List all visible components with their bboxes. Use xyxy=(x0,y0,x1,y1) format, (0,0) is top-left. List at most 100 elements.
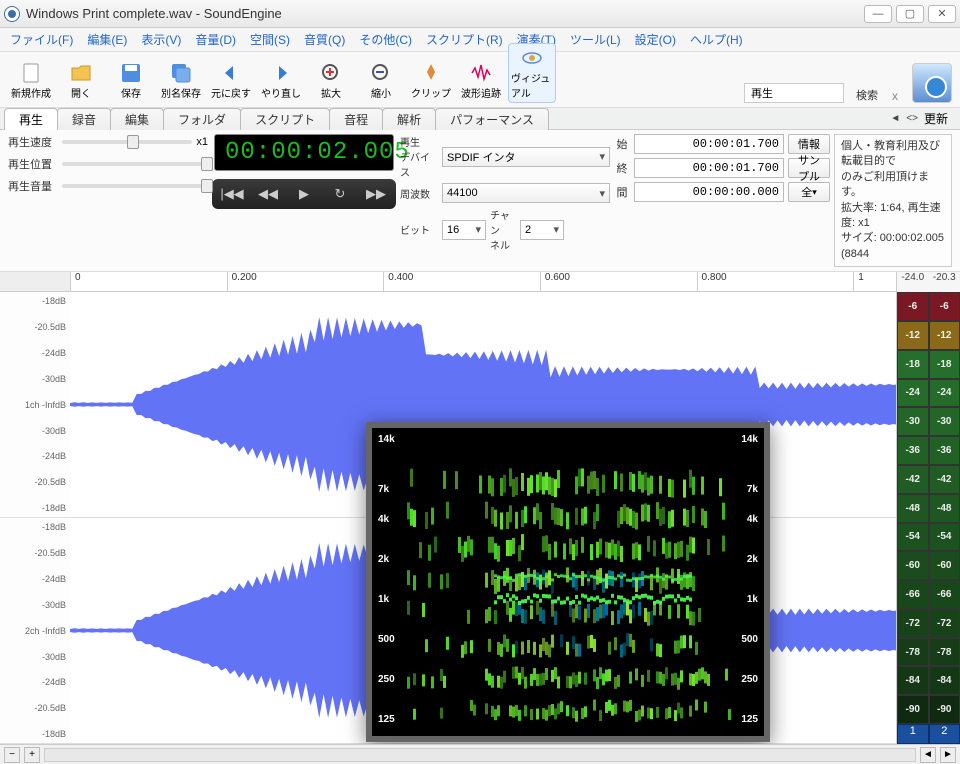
search-clear-button[interactable]: x xyxy=(886,89,904,103)
level-meters: -24.0-20.3 -6-12-18-24-30-36-42-48-54-60… xyxy=(896,272,960,744)
info-button[interactable]: 情報 xyxy=(788,134,830,154)
visual-button[interactable]: ヴィジュアル xyxy=(508,43,556,103)
timeline-tick: 0.800 xyxy=(697,272,727,292)
bits-select[interactable]: 16 xyxy=(442,220,486,240)
menu-その他(C)[interactable]: その他(C) xyxy=(353,29,418,50)
menu-音質(Q)[interactable]: 音質(Q) xyxy=(298,29,351,50)
zoom-out-h-button[interactable]: − xyxy=(4,747,20,763)
spectro-tick: 2k xyxy=(747,554,758,565)
spectro-tick: 500 xyxy=(741,634,758,645)
tab-編集[interactable]: 編集 xyxy=(110,108,164,130)
menu-スクリプト(R)[interactable]: スクリプト(R) xyxy=(420,29,509,50)
app-icon xyxy=(4,6,20,22)
device-label: 再生 デバイス xyxy=(400,134,438,179)
spectro-tick: 14k xyxy=(378,434,395,445)
info-box: 個人・教育利用及び転載目的でのみご利用頂けます。拡大率: 1:64, 再生速度:… xyxy=(834,134,952,267)
freq-select[interactable]: 44100 xyxy=(442,183,610,203)
meter-cell: -84 xyxy=(929,666,960,695)
maximize-button[interactable]: ▢ xyxy=(896,5,924,23)
loop-button[interactable]: ↻ xyxy=(322,181,358,207)
spectro-tick: 7k xyxy=(378,484,389,495)
tab-scroll-left[interactable]: ◄ xyxy=(890,113,900,124)
trace-button[interactable]: 波形追跡 xyxy=(458,58,504,103)
skip-start-button[interactable]: |◀◀ xyxy=(214,181,250,207)
new-button[interactable]: 新規作成 xyxy=(8,58,54,103)
channel-select[interactable]: 2 xyxy=(520,220,564,240)
menu-表示(V)[interactable]: 表示(V) xyxy=(135,29,187,50)
save-button[interactable]: 保存 xyxy=(108,58,154,103)
meter-cell: -30 xyxy=(929,407,960,436)
spectrogram-visualizer[interactable]: 14k14k7k7k4k4k2k2k1k1k500500250250125125 xyxy=(366,422,770,742)
rewind-button[interactable]: ◀◀ xyxy=(250,181,286,207)
menu-音量(D)[interactable]: 音量(D) xyxy=(189,29,242,50)
db-label: -30dB xyxy=(4,374,66,384)
meter-cell: -66 xyxy=(897,580,929,609)
horizontal-scrollbar[interactable]: − + ◄ ► xyxy=(0,744,960,764)
refresh-button[interactable]: 更新 xyxy=(924,110,948,127)
all-button[interactable]: 全 xyxy=(788,182,830,202)
undo-button[interactable]: 元に戻す xyxy=(208,58,254,103)
meter-cell: -12 xyxy=(897,321,929,350)
meter-cell: -78 xyxy=(897,638,929,667)
clip-button[interactable]: クリップ xyxy=(408,58,454,103)
spectro-tick: 1k xyxy=(747,594,758,605)
menu-ツール(L)[interactable]: ツール(L) xyxy=(564,29,627,50)
spectro-tick: 4k xyxy=(378,514,389,525)
spectro-tick: 2k xyxy=(378,554,389,565)
zoom-out-button[interactable]: 縮小 xyxy=(358,58,404,103)
waveform-area: 00.2000.4000.6000.8001 -18dB-20.5dB-24dB… xyxy=(0,272,960,744)
zoom-in-h-button[interactable]: + xyxy=(24,747,40,763)
minimize-button[interactable]: — xyxy=(864,5,892,23)
tab-パフォーマンス[interactable]: パフォーマンス xyxy=(435,108,549,130)
scroll-left-button[interactable]: ◄ xyxy=(920,747,936,763)
end-time-input[interactable]: 00:00:01.700 xyxy=(634,158,784,178)
meter-cell: -18 xyxy=(929,350,960,379)
meter-cell: -18 xyxy=(897,350,929,379)
menu-ファイル(F)[interactable]: ファイル(F) xyxy=(4,29,79,50)
speed-slider[interactable]: 再生速度x1 xyxy=(8,134,208,150)
menu-空間(S)[interactable]: 空間(S) xyxy=(244,29,296,50)
redo-button[interactable]: やり直し xyxy=(258,58,304,103)
menu-ヘルプ(H)[interactable]: ヘルプ(H) xyxy=(684,29,749,50)
timecode-display: 00:00:02.005 xyxy=(214,134,394,171)
meter-cell: -42 xyxy=(929,465,960,494)
forward-button[interactable]: ▶▶ xyxy=(358,181,394,207)
device-select[interactable]: SPDIF インタ xyxy=(442,147,610,167)
tab-再生[interactable]: 再生 xyxy=(4,108,58,130)
timeline-tick: 0.200 xyxy=(227,272,257,292)
title-bar: Windows Print complete.wav - SoundEngine… xyxy=(0,0,960,28)
zoom-in-button[interactable]: 拡大 xyxy=(308,58,354,103)
playback-mode-input[interactable] xyxy=(744,83,844,103)
timeline-tick: 0.600 xyxy=(540,272,570,292)
db-label: -18dB xyxy=(4,503,66,513)
tab-scroll-right[interactable]: <> xyxy=(906,113,918,124)
duration-input[interactable]: 00:00:00.000 xyxy=(634,182,784,202)
tab-音程[interactable]: 音程 xyxy=(329,108,383,130)
meter-cell: -54 xyxy=(897,523,929,552)
spectro-tick: 500 xyxy=(378,634,395,645)
tab-フォルダ[interactable]: フォルダ xyxy=(163,108,241,130)
tab-スクリプト[interactable]: スクリプト xyxy=(240,108,330,130)
close-button[interactable]: ✕ xyxy=(928,5,956,23)
spectro-tick: 4k xyxy=(747,514,758,525)
spectro-tick: 1k xyxy=(378,594,389,605)
meter-cell: -30 xyxy=(897,407,929,436)
scroll-right-button[interactable]: ► xyxy=(940,747,956,763)
toolbar: 新規作成 開く 保存 別名保存 元に戻す やり直し 拡大 縮小 クリップ 波形追… xyxy=(0,52,960,108)
position-slider[interactable]: 再生位置 xyxy=(8,156,208,172)
menu-設定(O)[interactable]: 設定(O) xyxy=(629,29,682,50)
save-as-button[interactable]: 別名保存 xyxy=(158,58,204,103)
open-button[interactable]: 開く xyxy=(58,58,104,103)
db-label: 1ch -InfdB xyxy=(4,400,66,410)
db-label: -30dB xyxy=(4,426,66,436)
meter-cell: -54 xyxy=(929,523,960,552)
tab-録音[interactable]: 録音 xyxy=(57,108,111,130)
timeline-ruler[interactable]: 00.2000.4000.6000.8001 xyxy=(0,272,960,292)
play-button[interactable]: ▶ xyxy=(286,181,322,207)
tab-解析[interactable]: 解析 xyxy=(382,108,436,130)
volume-slider[interactable]: 再生音量 xyxy=(8,178,208,194)
menu-編集(E)[interactable]: 編集(E) xyxy=(81,29,133,50)
db-label: -18dB xyxy=(4,522,66,532)
sample-button[interactable]: サンプル xyxy=(788,158,830,178)
start-time-input[interactable]: 00:00:01.700 xyxy=(634,134,784,154)
